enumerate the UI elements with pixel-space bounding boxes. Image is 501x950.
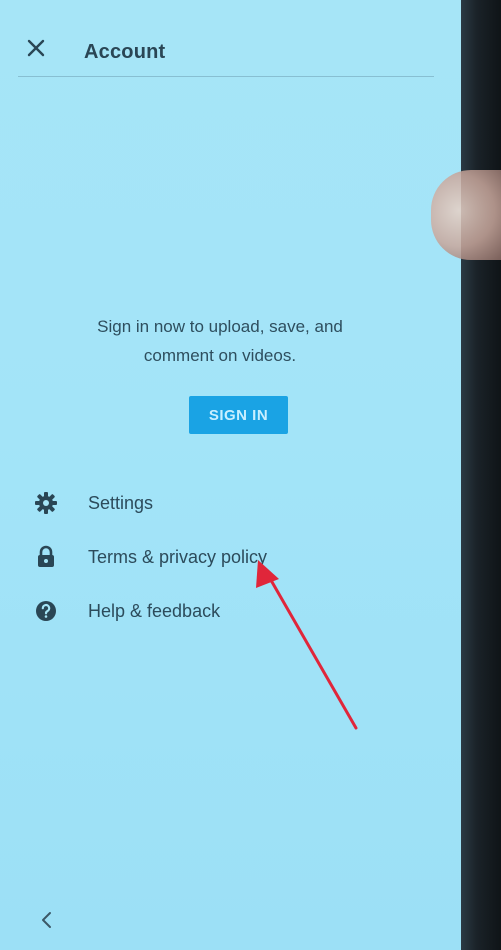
gear-icon [30, 487, 62, 519]
chevron-left-icon [39, 911, 53, 934]
account-screen: Account Sign in now to upload, save, and… [0, 0, 501, 950]
page-title: Account [84, 41, 166, 63]
help-label: Help & feedback [88, 600, 221, 621]
signin-message: Sign in now to upload, save, and comment… [97, 317, 343, 365]
sign-in-button[interactable]: SIGN IN [189, 396, 288, 434]
lock-icon [30, 541, 62, 573]
help-icon [30, 595, 62, 627]
app-bar: Account [18, 28, 434, 77]
menu-item-terms[interactable]: Terms & privacy policy [30, 530, 410, 584]
device-bezel [461, 0, 501, 950]
back-button[interactable] [32, 908, 60, 936]
menu-item-help[interactable]: Help & feedback [30, 584, 410, 638]
annotation-arrow [256, 560, 358, 730]
account-menu: Settings Terms & privacy policy Help & f… [30, 476, 410, 638]
settings-label: Settings [88, 492, 154, 513]
close-icon [27, 39, 45, 62]
terms-label: Terms & privacy policy [88, 546, 268, 567]
menu-item-settings[interactable]: Settings [30, 476, 410, 530]
finger-overlay [431, 170, 501, 260]
close-button[interactable] [22, 36, 50, 64]
